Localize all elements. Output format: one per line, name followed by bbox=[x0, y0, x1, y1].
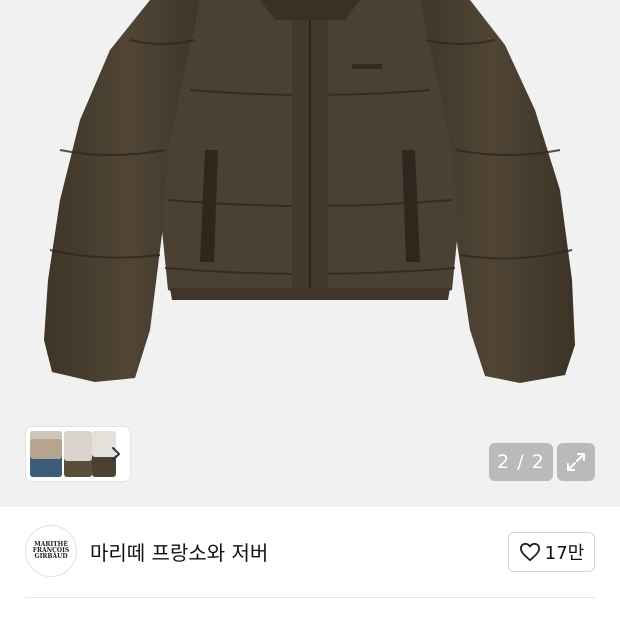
fullscreen-button[interactable] bbox=[557, 443, 595, 481]
brand-row: MARITHÉ FRANÇOIS GIRBAUD 마리떼 프랑소와 저버 17만 bbox=[0, 507, 620, 597]
section-divider bbox=[25, 597, 595, 598]
image-counter: 2 / 2 bbox=[489, 443, 553, 481]
brand-name[interactable]: 마리떼 프랑소와 저버 bbox=[90, 537, 268, 566]
brand-logo[interactable]: MARITHÉ FRANÇOIS GIRBAUD bbox=[25, 525, 77, 577]
thumbnail-2[interactable] bbox=[64, 431, 92, 477]
chevron-right-icon[interactable] bbox=[108, 442, 124, 466]
like-count: 17만 bbox=[544, 543, 585, 564]
thumbnail-1[interactable] bbox=[30, 431, 62, 477]
heart-outline-icon bbox=[519, 542, 540, 562]
brand-logo-text: MARITHÉ FRANÇOIS GIRBAUD bbox=[32, 541, 70, 560]
thumbnail-strip[interactable] bbox=[26, 427, 130, 481]
like-button[interactable]: 17만 bbox=[508, 532, 595, 572]
product-image-viewer[interactable]: 2 / 2 bbox=[0, 0, 620, 507]
expand-arrows-icon bbox=[567, 453, 585, 471]
